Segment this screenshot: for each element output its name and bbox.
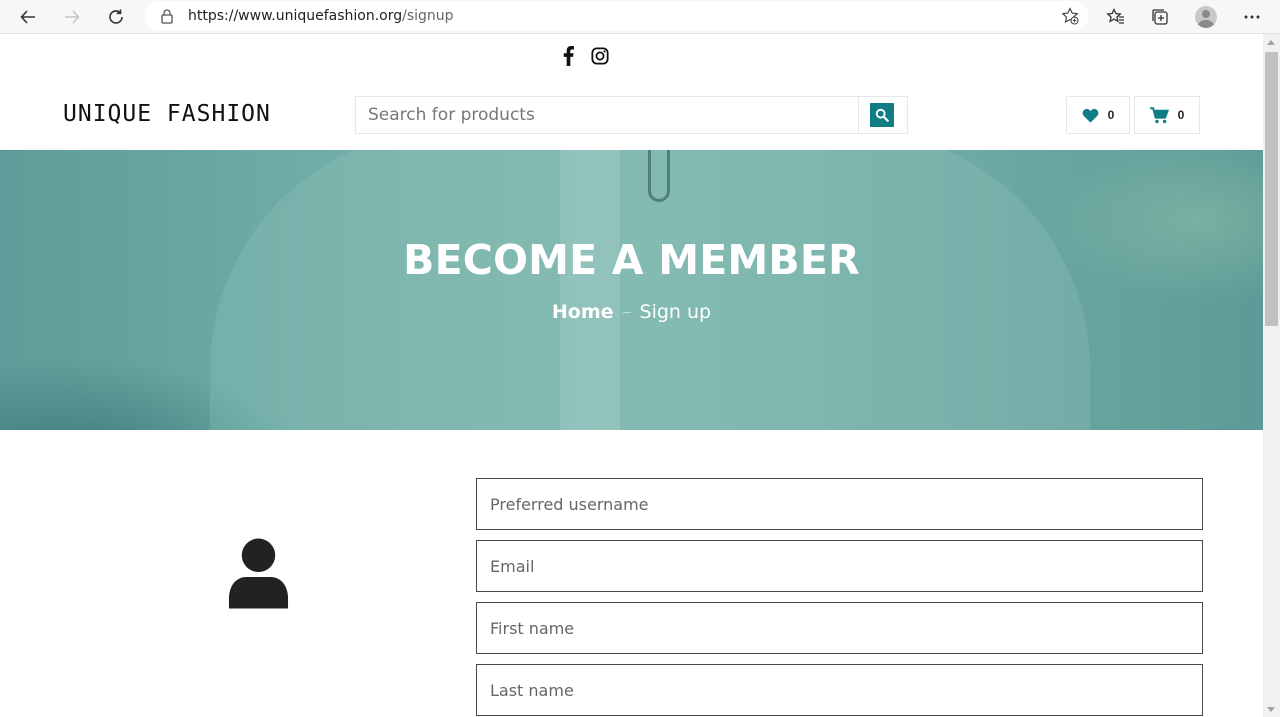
url-text: https://www.uniquefashion.org/signup xyxy=(188,8,454,24)
email-field[interactable] xyxy=(476,540,1203,592)
wishlist-button[interactable]: 0 xyxy=(1066,96,1130,134)
username-field[interactable] xyxy=(476,478,1203,530)
page-title: BECOME A MEMBER xyxy=(403,236,860,284)
last-name-field[interactable] xyxy=(476,664,1203,716)
breadcrumb-separator xyxy=(622,312,631,313)
search-button[interactable] xyxy=(870,103,894,127)
breadcrumb: Home Sign up xyxy=(0,301,1263,323)
scrollbar-thumb[interactable] xyxy=(1265,52,1278,326)
instagram-icon[interactable] xyxy=(590,44,610,68)
reload-icon[interactable] xyxy=(102,3,130,31)
address-bar[interactable]: https://www.uniquefashion.org/signup xyxy=(145,1,1089,31)
search-divider xyxy=(858,97,859,133)
user-icon xyxy=(228,538,289,609)
site-logo[interactable]: UNIQUE FASHION xyxy=(63,101,271,127)
scroll-up-icon[interactable] xyxy=(1267,40,1275,45)
heart-icon xyxy=(1082,108,1099,123)
more-icon[interactable] xyxy=(1238,3,1266,31)
collections-icon[interactable] xyxy=(1146,3,1174,31)
back-arrow-icon[interactable] xyxy=(14,3,42,31)
add-favorite-icon[interactable] xyxy=(1061,7,1079,25)
hero-banner: BECOME A MEMBER Home Sign up xyxy=(0,150,1263,430)
profile-icon[interactable] xyxy=(1192,3,1220,31)
cart-count: 0 xyxy=(1177,108,1185,122)
cart-icon xyxy=(1149,106,1169,123)
scroll-down-icon[interactable] xyxy=(1267,707,1275,712)
search-bar xyxy=(355,96,908,134)
social-links xyxy=(558,44,610,68)
first-name-field[interactable] xyxy=(476,602,1203,654)
cart-button[interactable]: 0 xyxy=(1134,96,1200,134)
forward-arrow-icon[interactable] xyxy=(58,3,86,31)
breadcrumb-current: Sign up xyxy=(639,301,712,323)
search-icon xyxy=(875,108,889,122)
browser-toolbar: https://www.uniquefashion.org/signup xyxy=(0,0,1280,34)
page-scrollbar[interactable] xyxy=(1263,34,1280,717)
lock-icon xyxy=(161,9,173,24)
facebook-icon[interactable] xyxy=(558,44,578,68)
breadcrumb-home-link[interactable]: Home xyxy=(552,301,614,323)
search-input[interactable] xyxy=(356,97,859,133)
favorites-icon[interactable] xyxy=(1102,3,1130,31)
wishlist-count: 0 xyxy=(1107,108,1115,122)
